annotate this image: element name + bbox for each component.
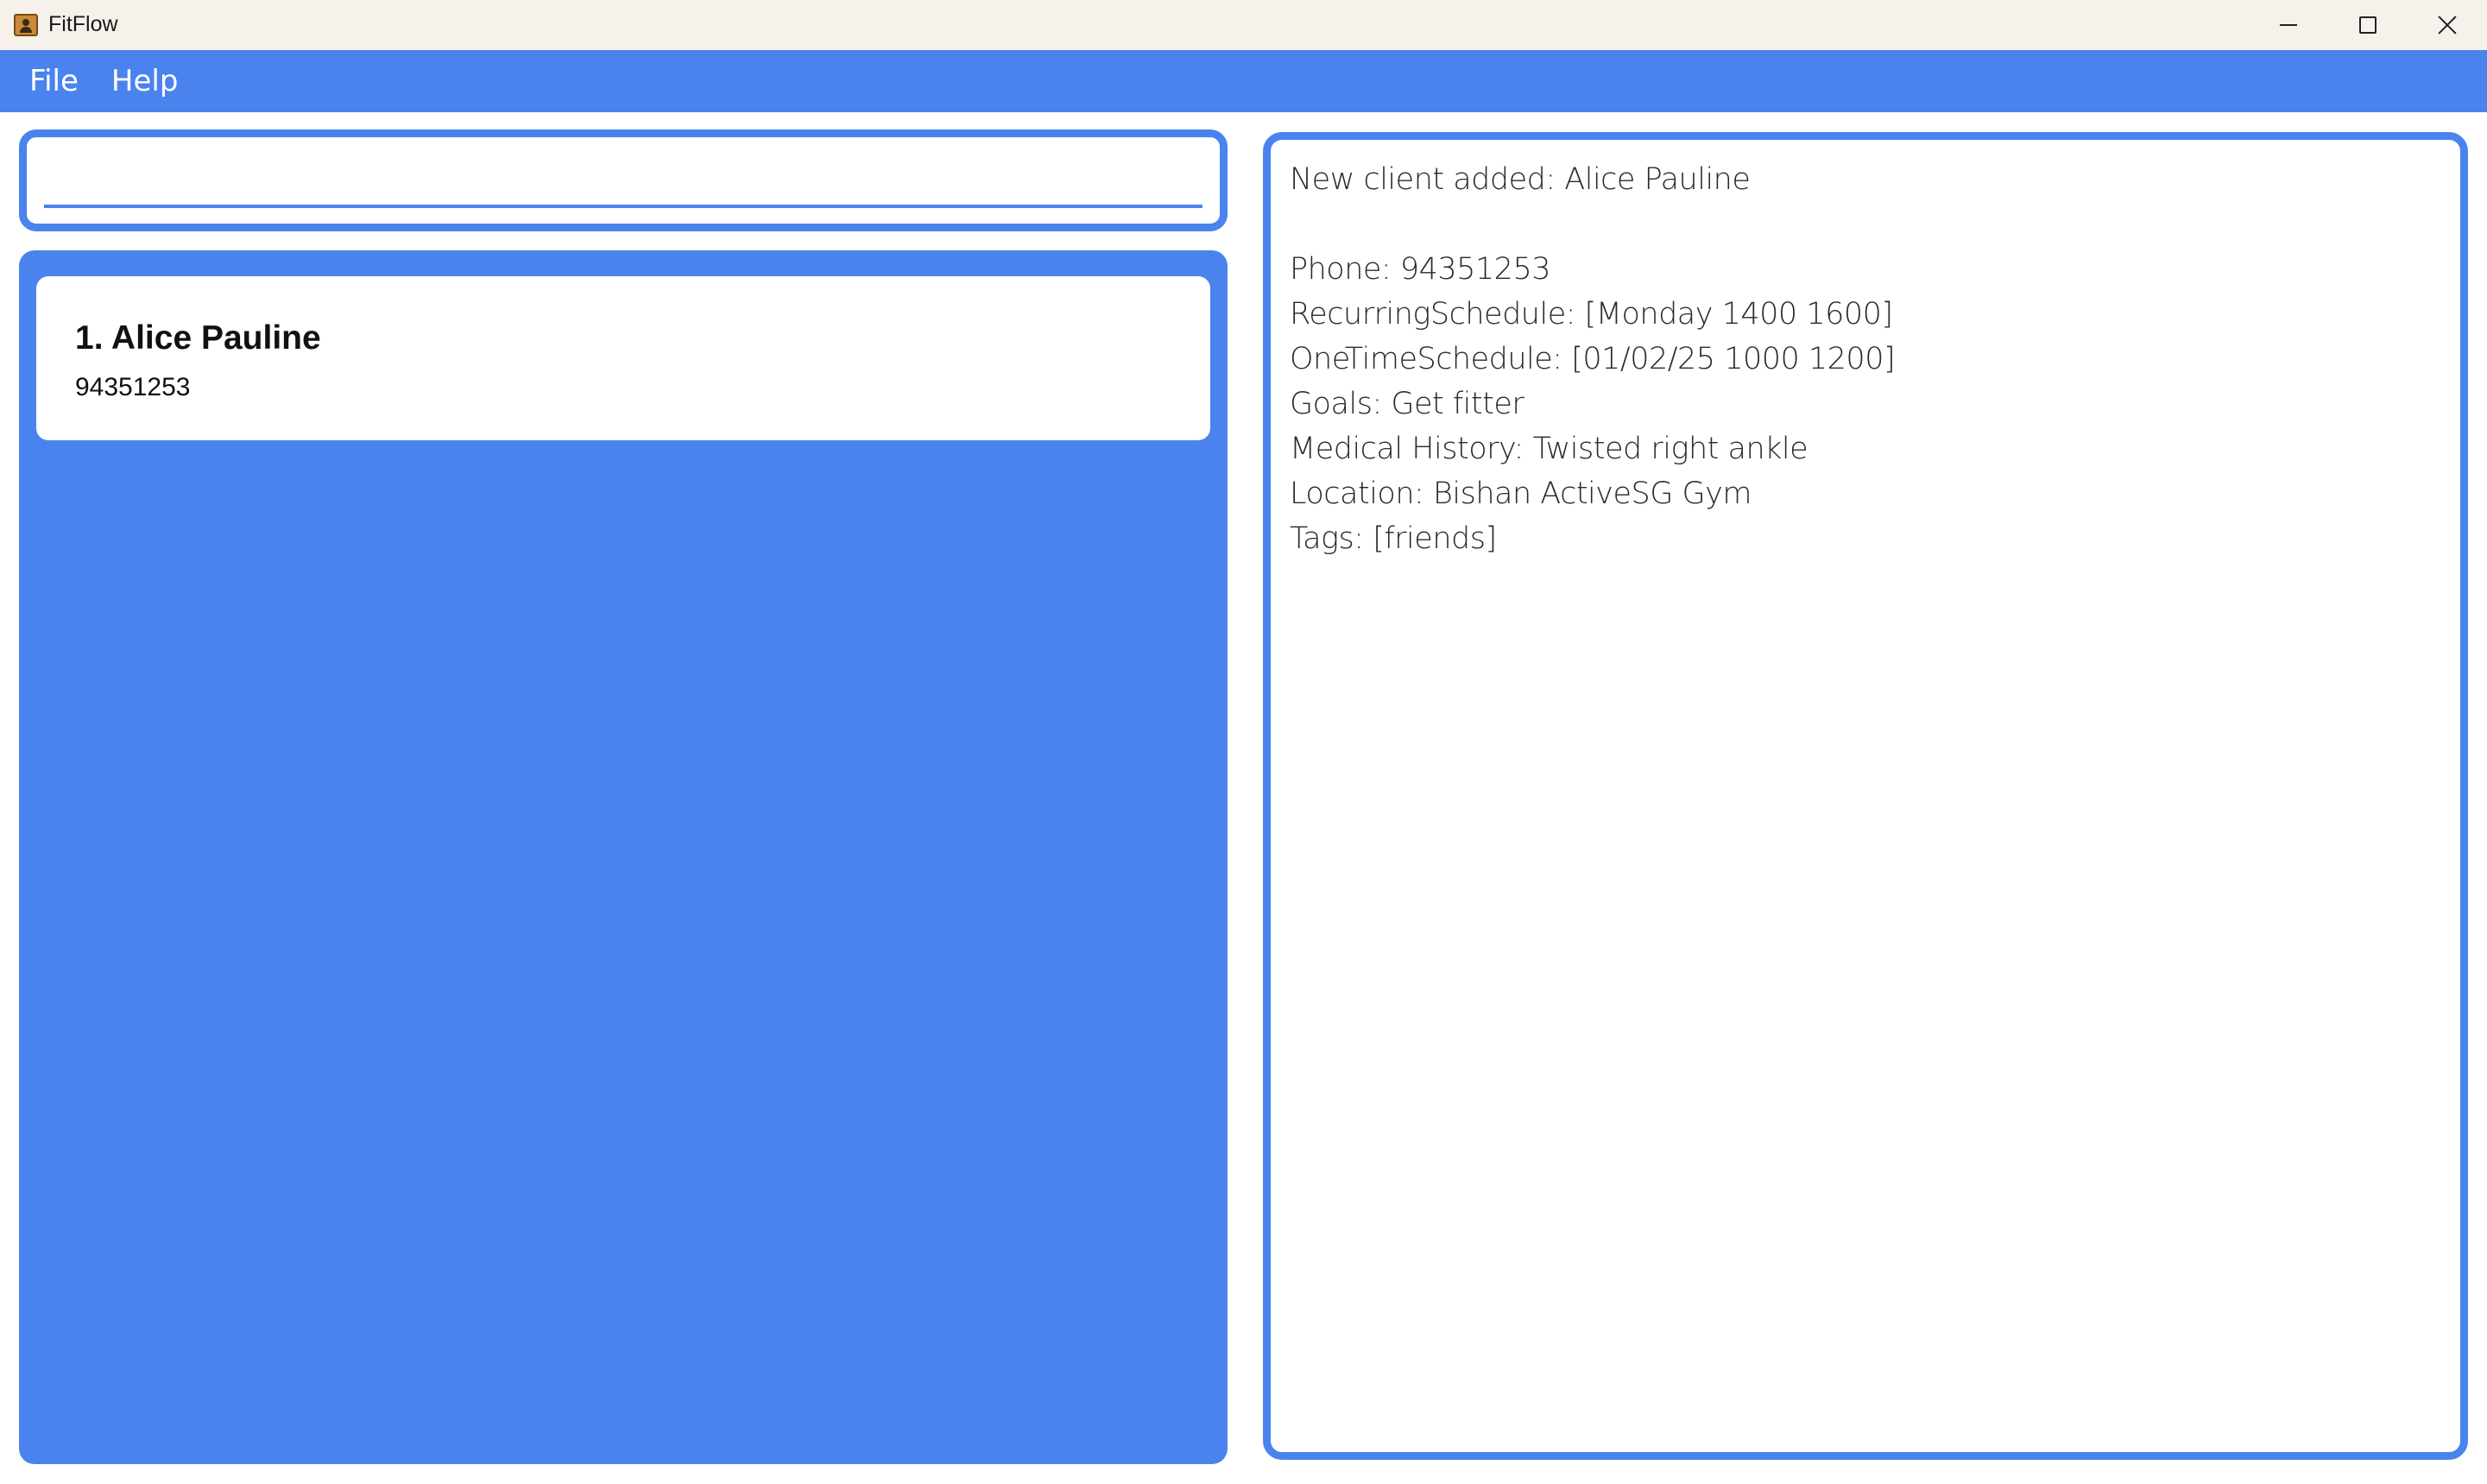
result-recurring-schedule: RecurringSchedule: [Monday 1400 1600] xyxy=(1290,297,1893,332)
command-box xyxy=(19,129,1228,231)
close-icon xyxy=(2438,16,2457,35)
result-spacer xyxy=(1290,202,2441,247)
client-name: 1. Alice Pauline xyxy=(75,319,321,357)
client-card[interactable]: 1. Alice Pauline 94351253 xyxy=(36,276,1210,440)
minimize-button[interactable] xyxy=(2249,0,2328,50)
result-header: New client added: Alice Pauline xyxy=(1290,162,1751,197)
maximize-button[interactable] xyxy=(2328,0,2408,50)
result-medical-history: Medical History: Twisted right ankle xyxy=(1290,432,1808,466)
command-input[interactable] xyxy=(44,146,1202,208)
window-bottom-edge xyxy=(0,1478,2487,1484)
result-location: Location: Bishan ActiveSG Gym xyxy=(1290,477,1752,511)
result-goals: Goals: Get fitter xyxy=(1290,387,1524,421)
result-display[interactable]: New client added: Alice Pauline Phone: 9… xyxy=(1263,132,2468,1460)
window-title: FitFlow xyxy=(48,12,118,36)
minimize-icon xyxy=(2280,24,2297,26)
title-bar: FitFlow xyxy=(0,0,2487,50)
menu-file[interactable]: File xyxy=(29,64,79,98)
menu-bar: File Help xyxy=(0,50,2487,112)
result-tags: Tags: [friends] xyxy=(1290,521,1497,556)
app-window: FitFlow File Help 1. Alice Pauline 94351… xyxy=(0,0,2487,1484)
maximize-icon xyxy=(2359,16,2377,34)
contact-card-icon xyxy=(14,14,38,36)
client-phone: 94351253 xyxy=(75,373,191,401)
result-phone: Phone: 94351253 xyxy=(1290,252,1550,287)
client-list-panel[interactable]: 1. Alice Pauline 94351253 xyxy=(19,250,1228,1464)
close-button[interactable] xyxy=(2408,0,2487,50)
menu-help[interactable]: Help xyxy=(111,64,179,98)
result-onetime-schedule: OneTimeSchedule: [01/02/25 1000 1200] xyxy=(1290,342,1896,376)
